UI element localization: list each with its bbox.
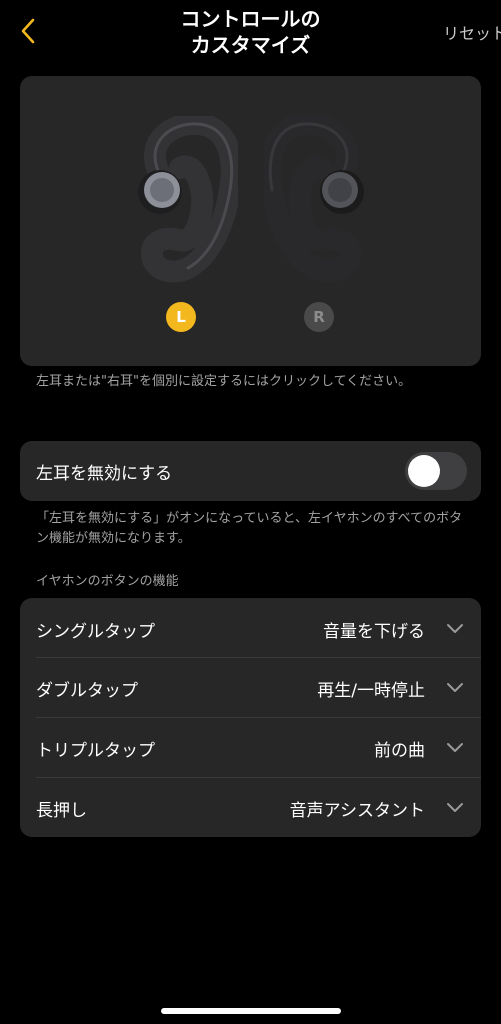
chevron-down-icon bbox=[447, 683, 463, 692]
function-row-value: 音量を下げる bbox=[323, 622, 425, 642]
function-row-label: 長押し bbox=[36, 801, 87, 821]
disable-left-ear-label: 左耳を無効にする bbox=[36, 464, 173, 484]
disable-left-ear-hint: 「左耳を無効にする」がオンになっていると、左イヤホンのすべてのボタン機能が無効に… bbox=[36, 511, 463, 546]
page-title-line-1: コントロールの bbox=[180, 7, 321, 31]
earbud-select-hint: 左耳または"右耳"を個別に設定するにはクリックしてください。 bbox=[36, 374, 412, 389]
chevron-left-icon bbox=[21, 18, 35, 44]
function-row-value: 音声アシスタント bbox=[289, 801, 425, 821]
function-row-value: 再生/一時停止 bbox=[317, 681, 425, 701]
function-row-triple-tap[interactable]: トリプルタップ 前の曲 bbox=[20, 717, 481, 777]
chevron-down-icon bbox=[447, 624, 463, 633]
page-title: コントロールの カスタマイズ bbox=[110, 6, 391, 58]
left-earbud-badge[interactable]: L bbox=[166, 302, 196, 332]
back-button[interactable] bbox=[14, 14, 42, 48]
reset-button[interactable]: リセット bbox=[443, 20, 501, 44]
button-functions-list: シングルタップ 音量を下げる ダブルタップ 再生/一時停止 トリプルタップ 前の… bbox=[20, 598, 481, 837]
function-row-double-tap[interactable]: ダブルタップ 再生/一時停止 bbox=[20, 657, 481, 717]
toggle-knob bbox=[408, 455, 440, 487]
left-earbud-image[interactable] bbox=[128, 116, 238, 286]
function-row-single-tap[interactable]: シングルタップ 音量を下げる bbox=[20, 598, 481, 658]
right-earbud-image[interactable] bbox=[264, 116, 374, 286]
row-divider bbox=[36, 657, 481, 658]
page-title-line-2: カスタマイズ bbox=[190, 33, 311, 57]
row-divider bbox=[36, 777, 481, 778]
chevron-down-icon bbox=[447, 803, 463, 812]
earbud-preview-card: L R bbox=[20, 76, 481, 366]
disable-left-ear-toggle[interactable] bbox=[405, 452, 467, 490]
function-row-label: ダブルタップ bbox=[36, 681, 138, 701]
chevron-down-icon bbox=[447, 743, 463, 752]
right-earbud-badge[interactable]: R bbox=[304, 302, 334, 332]
function-row-value: 前の曲 bbox=[374, 741, 425, 761]
function-row-label: シングルタップ bbox=[36, 622, 155, 642]
disable-left-ear-row: 左耳を無効にする bbox=[20, 441, 481, 501]
home-indicator[interactable] bbox=[161, 1008, 341, 1014]
row-divider bbox=[36, 717, 481, 718]
function-row-label: トリプルタップ bbox=[36, 741, 155, 761]
function-row-long-press[interactable]: 長押し 音声アシスタント bbox=[20, 777, 481, 837]
navigation-bar: コントロールの カスタマイズ リセット bbox=[0, 0, 501, 64]
button-functions-header: イヤホンのボタンの機能 bbox=[36, 574, 179, 589]
